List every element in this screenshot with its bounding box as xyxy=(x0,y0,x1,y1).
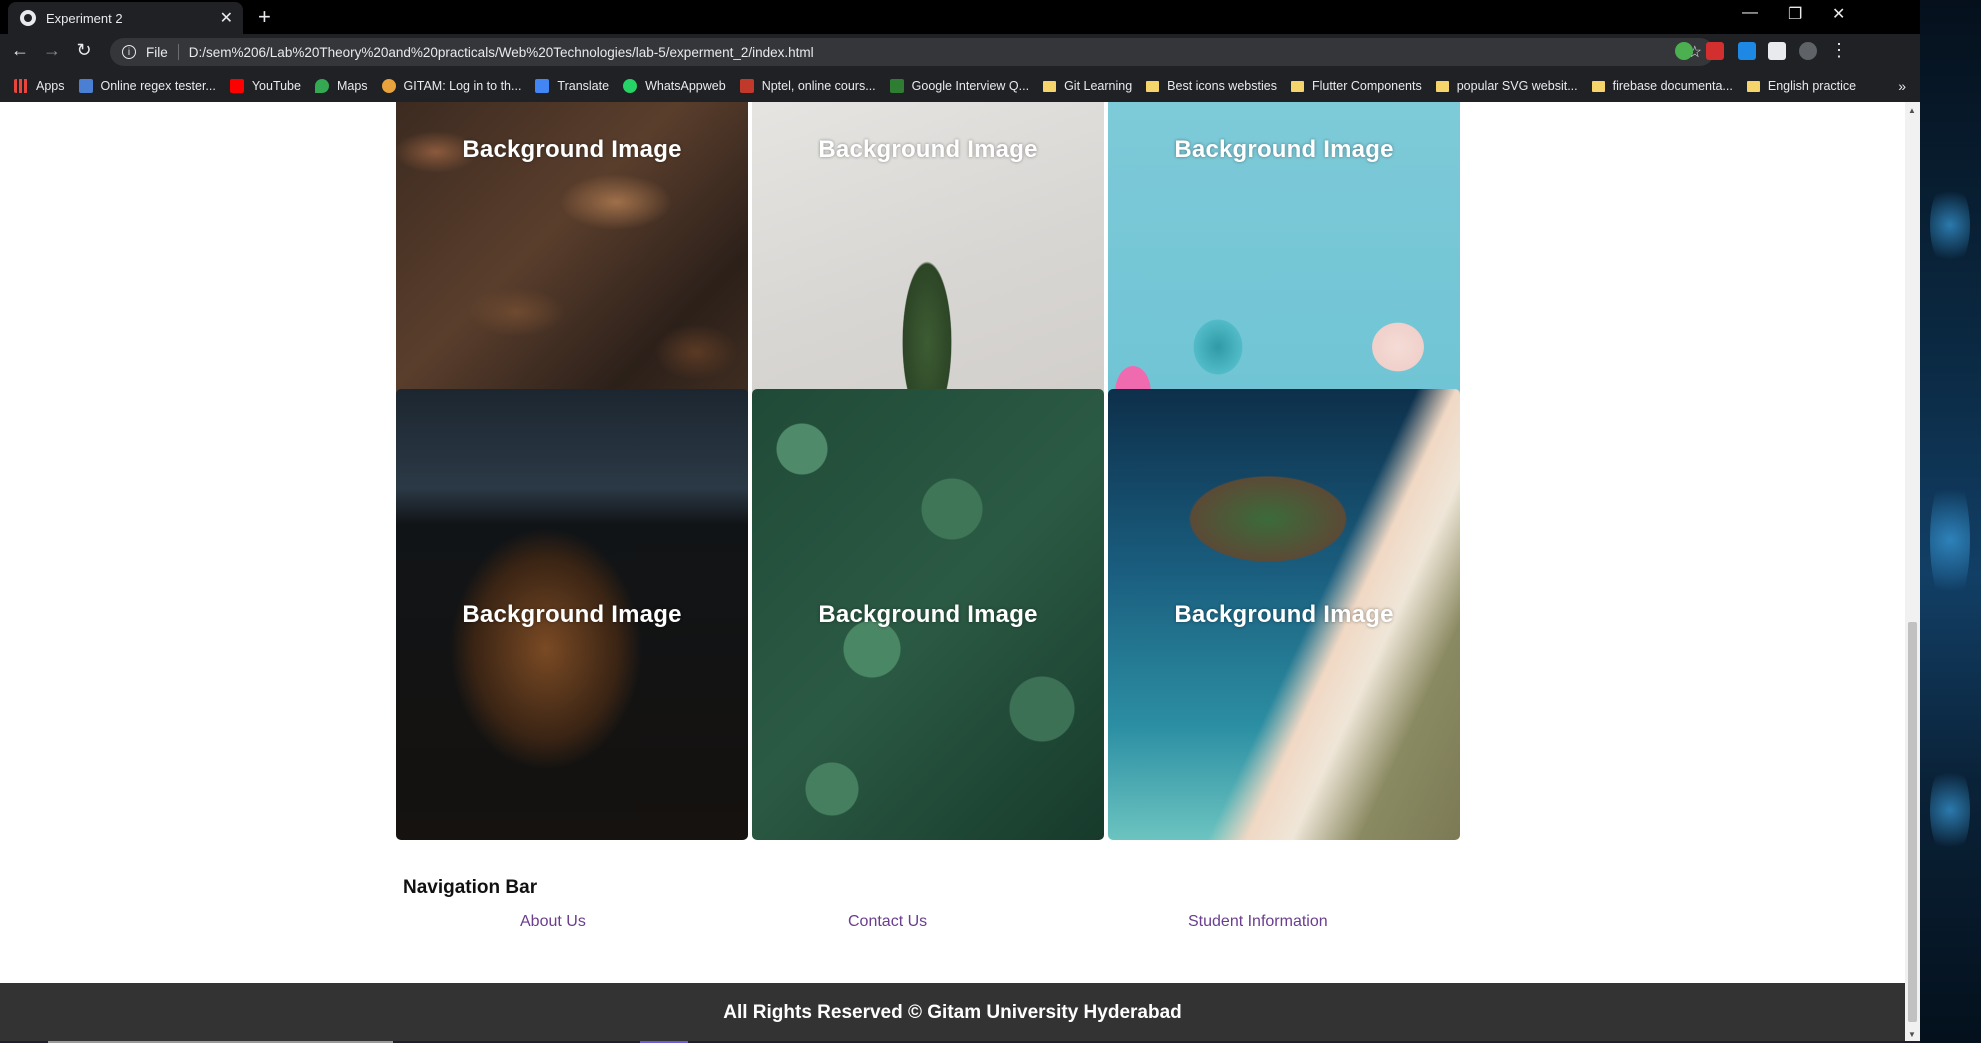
bookmark-folder-flutter[interactable]: Flutter Components xyxy=(1290,79,1422,93)
bookmark-whatsapp[interactable]: WhatsAppweb xyxy=(623,79,726,93)
scroll-thumb[interactable] xyxy=(1908,622,1917,1022)
gallery-card-plants: Background Image xyxy=(752,389,1104,840)
maps-pin-icon xyxy=(314,79,329,93)
folder-icon xyxy=(1746,80,1760,92)
page-footer: All Rights Reserved © Gitam University H… xyxy=(0,983,1905,1043)
bookmarks-overflow-icon[interactable]: » xyxy=(1898,78,1906,94)
menu-kebab-icon[interactable]: ⋮ xyxy=(1827,40,1851,61)
folder-icon xyxy=(1146,80,1160,92)
nav-link-student-information[interactable]: Student Information xyxy=(1188,913,1328,931)
interview-icon xyxy=(889,79,904,93)
profile-avatar[interactable] xyxy=(1799,42,1817,60)
globe-icon xyxy=(20,10,36,26)
tab-experiment-2[interactable]: Experiment 2 ✕ xyxy=(8,2,243,34)
browser-window: Experiment 2 ✕ + — ❐ ✕ ← → ↻ i File D:/s… xyxy=(0,0,1920,1043)
bookmark-translate[interactable]: Translate xyxy=(535,79,609,93)
forward-icon[interactable]: → xyxy=(40,40,64,61)
card-caption: Background Image xyxy=(1174,600,1394,628)
browser-toolbar: ← → ↻ i File D:/sem%206/Lab%20Theory%20a… xyxy=(0,34,1920,70)
bookmark-interview[interactable]: Google Interview Q... xyxy=(889,79,1029,93)
address-bar[interactable]: i File D:/sem%206/Lab%20Theory%20and%20p… xyxy=(110,38,1714,66)
gitam-icon xyxy=(381,79,396,93)
url-text[interactable]: D:/sem%206/Lab%20Theory%20and%20practica… xyxy=(189,45,814,60)
nptel-icon xyxy=(739,79,754,93)
extensions-puzzle-icon[interactable] xyxy=(1768,42,1786,60)
ublock-icon[interactable] xyxy=(1706,42,1724,60)
bookmark-folder-firebase[interactable]: firebase documenta... xyxy=(1591,79,1733,93)
close-window-icon[interactable]: ✕ xyxy=(1832,4,1845,24)
footer-text: All Rights Reserved © Gitam University H… xyxy=(723,1002,1182,1023)
extension-add-icon[interactable] xyxy=(1675,42,1693,60)
back-icon[interactable]: ← xyxy=(8,40,32,61)
apps-grid-icon xyxy=(14,79,28,93)
bookmark-folder-icons[interactable]: Best icons websties xyxy=(1146,79,1277,93)
bookmarks-bar: Apps Online regex tester... YouTube Maps… xyxy=(0,70,1920,102)
info-icon[interactable]: i xyxy=(122,45,136,59)
bookmark-maps[interactable]: Maps xyxy=(314,79,368,93)
bookmark-folder-git[interactable]: Git Learning xyxy=(1043,79,1132,93)
whatsapp-icon xyxy=(623,79,638,93)
minimize-icon[interactable]: — xyxy=(1742,4,1758,22)
close-tab-icon[interactable]: ✕ xyxy=(220,8,233,28)
nav-link-about-us[interactable]: About Us xyxy=(520,913,586,931)
card-caption: Background Image xyxy=(818,600,1038,628)
reload-icon[interactable]: ↻ xyxy=(72,40,96,61)
tab-strip: Experiment 2 ✕ + — ❐ ✕ xyxy=(0,0,1920,34)
page-viewport: Background Image Background Image Backgr… xyxy=(0,102,1905,1043)
pen-extension-icon[interactable] xyxy=(1738,42,1756,60)
bookmark-folder-english[interactable]: English practice xyxy=(1746,79,1856,93)
url-scheme: File xyxy=(146,44,168,60)
bookmark-folder-svg[interactable]: popular SVG websit... xyxy=(1435,79,1578,93)
bookmark-youtube[interactable]: YouTube xyxy=(229,79,301,93)
scroll-down-icon[interactable]: ▼ xyxy=(1908,1030,1916,1039)
folder-icon xyxy=(1043,80,1057,92)
youtube-icon xyxy=(229,79,244,93)
folder-icon xyxy=(1290,80,1304,92)
gallery-card-shop: Background Image xyxy=(396,389,748,840)
bookmark-apps[interactable]: Apps xyxy=(14,79,65,93)
navigation-title: Navigation Bar xyxy=(403,877,538,898)
divider xyxy=(177,44,179,60)
bookmark-gitam[interactable]: GITAM: Log in to th... xyxy=(381,79,521,93)
page-scrollbar[interactable]: ▲ ▼ xyxy=(1905,102,1920,1043)
translate-icon xyxy=(535,79,550,93)
desktop-wallpaper xyxy=(1920,0,1981,1043)
folder-icon xyxy=(1591,80,1605,92)
nav-link-contact-us[interactable]: Contact Us xyxy=(848,913,927,931)
new-tab-button[interactable]: + xyxy=(258,4,271,30)
folder-icon xyxy=(1435,80,1449,92)
bookmark-regex[interactable]: Online regex tester... xyxy=(78,79,216,93)
bookmark-nptel[interactable]: Nptel, online cours... xyxy=(739,79,876,93)
gallery-card-beach: Background Image xyxy=(1108,389,1460,840)
card-caption: Background Image xyxy=(462,600,682,628)
regex-icon xyxy=(78,79,93,93)
restore-icon[interactable]: ❐ xyxy=(1788,4,1802,24)
scroll-up-icon[interactable]: ▲ xyxy=(1908,106,1916,115)
tab-title: Experiment 2 xyxy=(46,10,123,26)
